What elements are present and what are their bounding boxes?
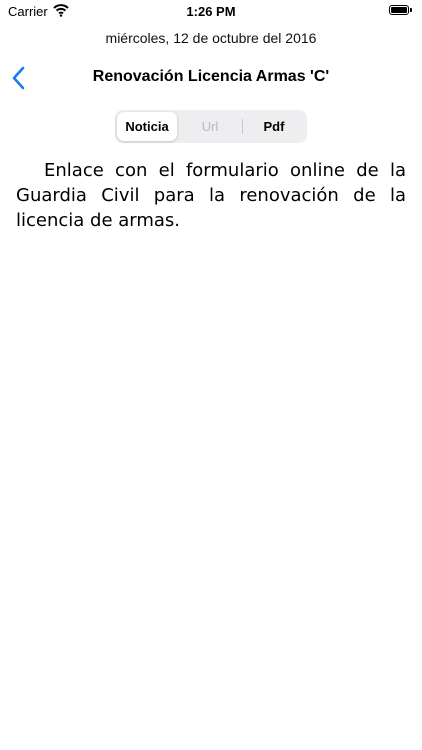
segment-noticia[interactable]: Noticia — [117, 112, 177, 141]
article-text: Enlace con el formulario online de la Gu… — [16, 160, 406, 231]
page-title: Renovación Licencia Armas 'C' — [92, 68, 330, 85]
segment-url[interactable]: Url — [179, 112, 241, 141]
status-bar: Carrier 1:26 PM — [0, 0, 422, 22]
back-button[interactable] — [8, 64, 34, 94]
segment-pdf[interactable]: Pdf — [243, 112, 305, 141]
segmented-control: Noticia Url Pdf — [115, 110, 307, 143]
navigation-bar: Renovación Licencia Armas 'C' — [0, 58, 422, 98]
status-time: 1:26 PM — [186, 4, 236, 19]
battery-icon — [389, 5, 413, 16]
date-label: miércoles, 12 de octubre del 2016 — [105, 30, 317, 46]
chevron-left-icon — [12, 66, 25, 90]
